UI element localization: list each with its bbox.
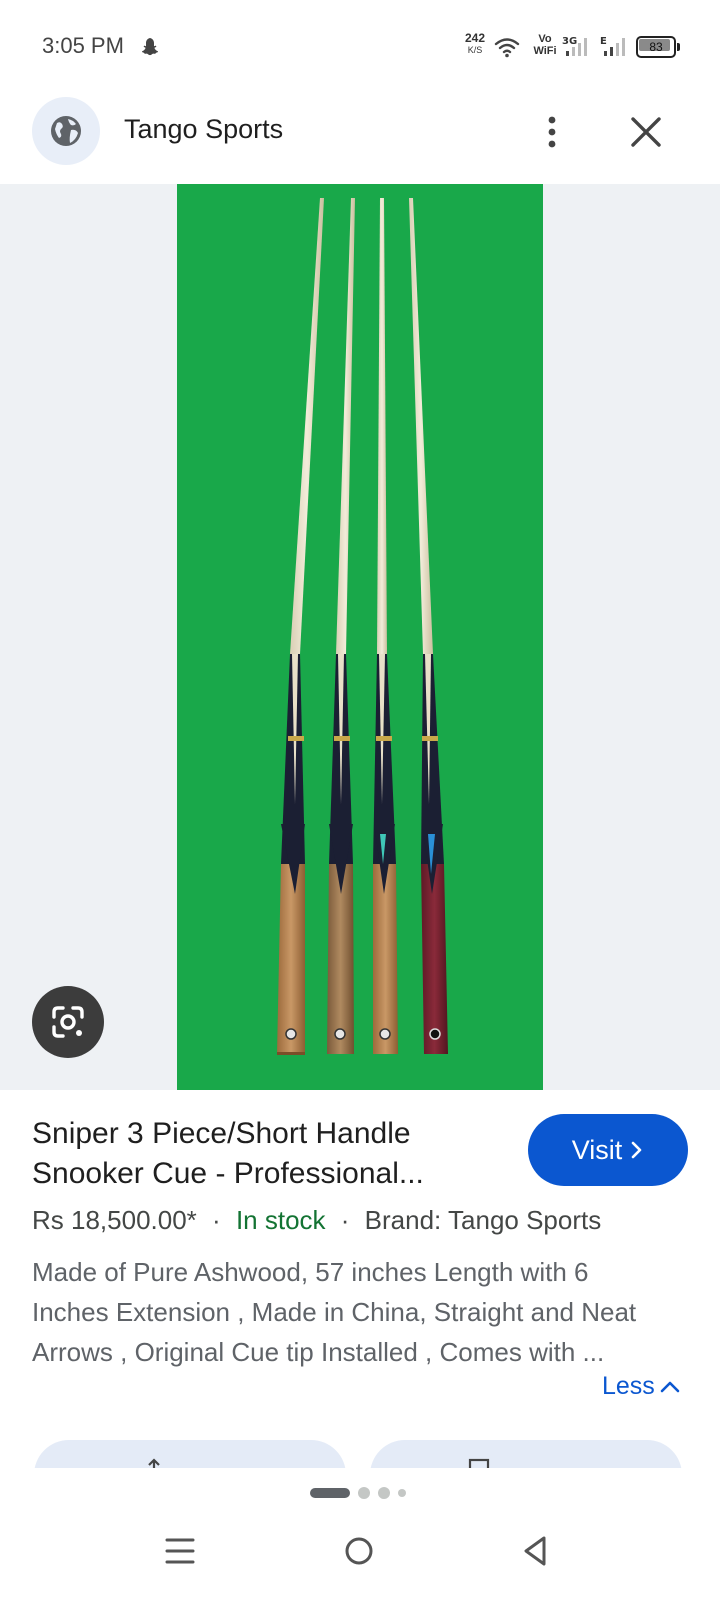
pager-dot-active[interactable] xyxy=(310,1488,350,1498)
snapchat-ghost-icon xyxy=(142,38,158,56)
recents-icon[interactable] xyxy=(164,1534,196,1568)
cue-2 xyxy=(327,198,355,1054)
description-line: Inches Extension , Made in China, Straig… xyxy=(32,1297,637,1327)
vowifi-top: Vo xyxy=(538,33,552,45)
site-favicon xyxy=(32,97,100,165)
visit-button[interactable]: Visit xyxy=(528,1114,688,1186)
home-icon[interactable] xyxy=(342,1534,376,1568)
image-pager xyxy=(0,1486,720,1500)
action-chip[interactable] xyxy=(34,1440,346,1468)
bookmark-icon xyxy=(468,1458,490,1468)
chevron-up-icon xyxy=(660,1381,680,1392)
net-speed-value: 242 xyxy=(464,31,486,45)
visit-button-label: Visit xyxy=(571,1134,623,1165)
system-nav-bar xyxy=(0,1530,720,1600)
separator-dot: · xyxy=(212,1205,221,1235)
product-title[interactable]: Sniper 3 Piece/Short Handle Snooker Cue … xyxy=(32,1114,502,1194)
action-chip[interactable] xyxy=(370,1440,682,1468)
wifi-icon xyxy=(494,38,520,58)
header: Tango Sports xyxy=(0,90,720,180)
share-icon xyxy=(148,1458,160,1468)
battery-percent: 83 xyxy=(649,40,663,54)
product-image[interactable] xyxy=(177,184,543,1090)
stock-status: In stock xyxy=(235,1205,326,1235)
globe-icon xyxy=(51,116,81,146)
google-lens-button[interactable] xyxy=(32,986,104,1058)
product-title-line-1: Sniper 3 Piece/Short Handle xyxy=(32,1117,411,1150)
close-icon[interactable] xyxy=(628,114,664,150)
pager-dot[interactable] xyxy=(398,1489,406,1497)
vowifi-bottom: WiFi xyxy=(533,45,557,57)
vowifi-indicator: Vo WiFi xyxy=(532,33,558,57)
page: 3:05 PM 242 K/S Vo WiFi 3G E 83 Tango Sp… xyxy=(0,0,720,1600)
less-label: Less xyxy=(602,1372,655,1400)
cue-1 xyxy=(277,198,324,1055)
cue-3 xyxy=(373,198,398,1054)
network-3g-label: 3G xyxy=(562,36,577,47)
description-line: Arrows , Original Cue tip Installed , Co… xyxy=(32,1337,605,1367)
site-title: Tango Sports xyxy=(124,114,284,144)
less-toggle[interactable]: Less xyxy=(602,1372,681,1401)
pager-dot[interactable] xyxy=(358,1487,370,1499)
status-bar: 3:05 PM 242 K/S Vo WiFi 3G E 83 xyxy=(0,0,720,90)
image-viewer[interactable] xyxy=(0,184,720,1090)
pager-dot[interactable] xyxy=(378,1487,390,1499)
google-lens-icon xyxy=(52,1006,84,1038)
product-meta: Rs 18,500.00* · In stock · Brand: Tango … xyxy=(32,1205,601,1236)
chevron-right-icon xyxy=(631,1141,642,1159)
status-time: 3:05 PM xyxy=(42,33,124,58)
product-title-line-2: Snooker Cue - Professional... xyxy=(32,1157,424,1190)
description-line: Made of Pure Ashwood, 57 inches Length w… xyxy=(32,1257,589,1287)
battery-icon: 83 xyxy=(636,36,680,58)
separator-dot: · xyxy=(340,1205,350,1235)
cue-4 xyxy=(409,198,448,1054)
product-price: Rs 18,500.00* xyxy=(32,1205,197,1235)
signal-3g-icon: 3G xyxy=(562,36,587,56)
cues-illustration xyxy=(277,198,448,1055)
back-icon[interactable] xyxy=(520,1534,550,1568)
product-brand: Brand: Tango Sports xyxy=(364,1205,602,1235)
net-speed-unit: K/S xyxy=(467,45,483,55)
product-description: Made of Pure Ashwood, 57 inches Length w… xyxy=(32,1252,692,1372)
signal-e-icon: E xyxy=(600,36,625,56)
network-e-label: E xyxy=(600,36,607,47)
more-vertical-icon[interactable] xyxy=(536,112,568,152)
action-chips xyxy=(0,1440,720,1468)
net-speed: 242 K/S xyxy=(460,32,490,56)
